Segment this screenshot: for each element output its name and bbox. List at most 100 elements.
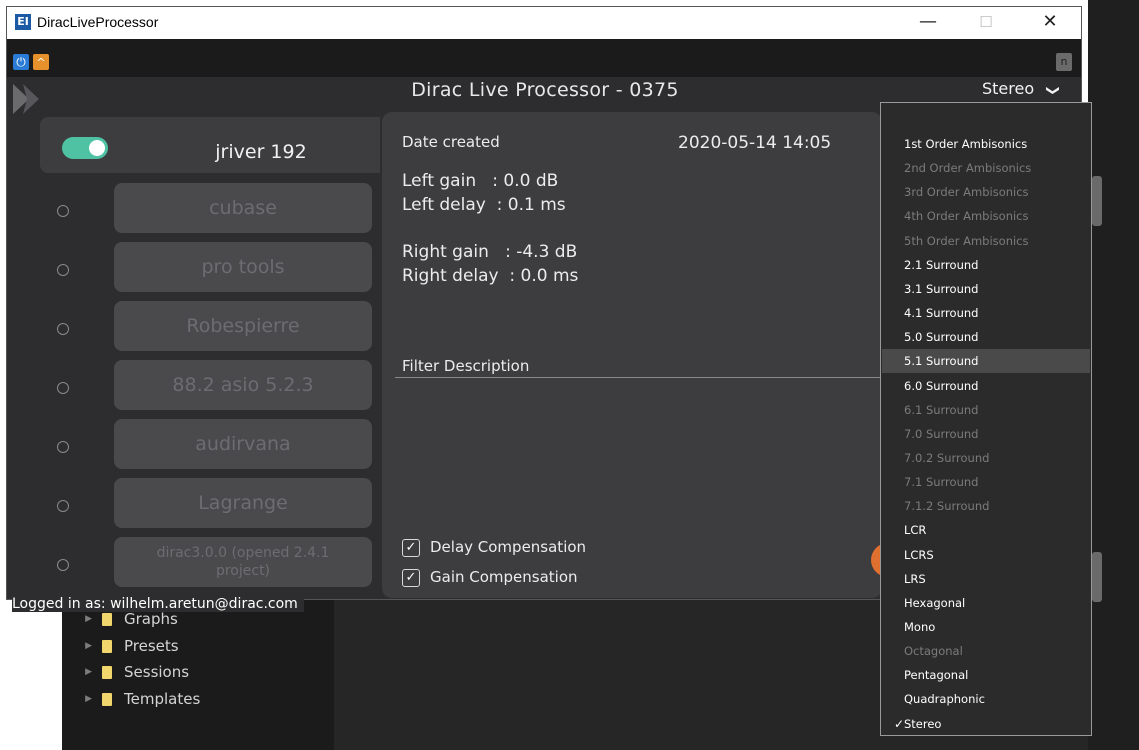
filter-description-label: Filter Description <box>402 357 530 375</box>
n-button[interactable]: n <box>1056 53 1072 71</box>
preset-radio[interactable] <box>57 264 69 276</box>
delay-compensation-checkbox[interactable]: ✓ <box>402 539 420 557</box>
preset-button[interactable]: Robespierre <box>114 301 372 351</box>
output-mode-dropdown[interactable]: Stereo ❯ <box>982 79 1060 98</box>
right-delay: Right delay : 0.0 ms <box>402 266 579 286</box>
app-icon: EI <box>15 14 31 30</box>
expand-arrow-icon[interactable]: ▶ <box>62 694 98 704</box>
menu-item-label: 4th Order Ambisonics <box>904 209 1029 224</box>
left-delay: Left delay : 0.1 ms <box>402 195 566 215</box>
menu-item[interactable]: ✓ Stereo <box>882 712 1090 736</box>
menu-item[interactable]: 5.0 Surround <box>882 325 1090 349</box>
preset-button[interactable]: Lagrange <box>114 478 372 528</box>
menu-item: 3rd Order Ambisonics <box>882 180 1090 204</box>
menu-item-label: 7.1.2 Surround <box>904 499 990 514</box>
preset-button[interactable]: cubase <box>114 183 372 233</box>
menu-item-label: 4.1 Surround <box>904 306 979 321</box>
window-title: DiracLiveProcessor <box>37 14 159 30</box>
preset-radio[interactable] <box>57 500 69 512</box>
toggle-knob <box>89 140 105 156</box>
menu-item-label: 6.0 Surround <box>904 378 979 393</box>
minimize-button[interactable]: — <box>905 11 951 35</box>
menu-item[interactable]: Quadraphonic <box>882 687 1090 711</box>
preset-radio[interactable] <box>57 205 69 217</box>
scroll-handle-bottom[interactable] <box>1092 552 1102 602</box>
preset-button[interactable]: audirvana <box>114 419 372 469</box>
date-created-value: 2020-05-14 14:05 <box>678 133 832 153</box>
active-filter-name: jriver 192 <box>215 141 307 163</box>
menu-item-label: 1st Order Ambisonics <box>904 137 1028 151</box>
preset-button[interactable]: 88.2 asio 5.2.3 <box>114 360 372 410</box>
tree-item-label: Templates <box>124 690 201 708</box>
gain-compensation-label: Gain Compensation <box>430 568 578 586</box>
maximize-button[interactable]: ☐ <box>963 11 1009 35</box>
menu-item: 4th Order Ambisonics <box>882 204 1090 228</box>
gain-compensation-checkbox[interactable]: ✓ <box>402 569 420 587</box>
menu-item-label: Mono <box>904 620 936 634</box>
tree-item-label: Sessions <box>124 663 190 681</box>
tree-item-sessions[interactable]: ▶ Sessions <box>62 659 189 685</box>
folder-icon <box>102 665 112 679</box>
menu-item[interactable]: Mono <box>882 615 1090 639</box>
menu-item: Octagonal <box>882 639 1090 663</box>
menu-item-label: 3.1 Surround <box>904 281 979 296</box>
menu-item: 6.1 Surround <box>882 398 1090 422</box>
menu-item[interactable]: Hexagonal <box>882 591 1090 615</box>
menu-item[interactable]: LCRS <box>882 543 1090 567</box>
preset-radio[interactable] <box>57 559 69 571</box>
tree-item-templates[interactable]: ▶ Templates <box>62 686 200 712</box>
menu-item[interactable]: 1st Order Ambisonics <box>882 132 1090 156</box>
menu-item-label: Octagonal <box>904 644 963 659</box>
divider <box>395 377 882 378</box>
menu-item-label: Quadraphonic <box>904 692 985 707</box>
close-button[interactable]: ✕ <box>1027 11 1073 35</box>
menu-item[interactable]: 3.1 Surround <box>882 277 1090 301</box>
tree-item-label: Presets <box>124 637 179 655</box>
menu-item: 7.0 Surround <box>882 422 1090 446</box>
menu-item-label: 7.0 Surround <box>904 426 979 441</box>
menu-item-label: LCRS <box>904 547 934 562</box>
tree-item-presets[interactable]: ▶ Presets <box>62 633 179 659</box>
menu-item-label: LRS <box>904 571 926 586</box>
toolbar <box>7 39 1081 77</box>
expand-arrow-icon[interactable]: ▶ <box>62 667 98 677</box>
menu-item-label: Pentagonal <box>904 668 969 683</box>
background-panel-right <box>1088 0 1139 750</box>
checkmark-icon: ✓ <box>894 716 905 731</box>
menu-item[interactable]: LCR <box>882 518 1090 542</box>
menu-item-label: 3rd Order Ambisonics <box>904 185 1029 200</box>
menu-item[interactable]: 5.1 Surround <box>882 349 1090 374</box>
menu-item-label: 2.1 Surround <box>904 257 979 272</box>
delay-compensation-label: Delay Compensation <box>430 538 587 556</box>
menu-item: 7.1.2 Surround <box>882 494 1090 518</box>
preset-button[interactable]: dirac3.0.0 (opened 2.4.1 project) <box>114 537 372 587</box>
menu-item: 5th Order Ambisonics <box>882 229 1090 253</box>
expand-arrow-icon[interactable]: ▶ <box>62 614 98 624</box>
menu-item[interactable]: Pentagonal <box>882 663 1090 687</box>
menu-item[interactable]: 4.1 Surround <box>882 301 1090 325</box>
collapse-button[interactable]: ^ <box>33 54 49 70</box>
menu-item-label: 5.1 Surround <box>904 354 979 369</box>
logged-in-status: Logged in as: wilhelm.aretun@dirac.com <box>12 596 304 612</box>
preset-radio[interactable] <box>57 323 69 335</box>
file-tree-panel: ▶ Graphs ▶ Presets ▶ Sessions ▶ Template… <box>62 600 334 750</box>
background-left <box>0 600 62 750</box>
menu-item[interactable]: LRS <box>882 567 1090 591</box>
filter-enable-toggle[interactable] <box>62 137 108 159</box>
output-mode-label: Stereo <box>982 79 1035 98</box>
preset-radio[interactable] <box>57 382 69 394</box>
menu-item[interactable]: 2.1 Surround <box>882 253 1090 277</box>
title-bar[interactable]: EI DiracLiveProcessor — ☐ ✕ <box>7 7 1081 39</box>
menu-item: 7.1 Surround <box>882 470 1090 494</box>
preset-button[interactable]: pro tools <box>114 242 372 292</box>
folder-icon <box>102 612 112 626</box>
preset-radio[interactable] <box>57 441 69 453</box>
output-mode-menu: 1st Order Ambisonics 2nd Order Ambisonics… <box>880 102 1092 736</box>
menu-item: 7.0.2 Surround <box>882 446 1090 470</box>
scroll-handle-top[interactable] <box>1092 176 1102 226</box>
expand-arrow-icon[interactable]: ▶ <box>62 641 98 651</box>
menu-item-label: Hexagonal <box>904 595 966 610</box>
folder-icon <box>102 692 112 706</box>
power-icon[interactable]: ⏻ <box>13 54 29 70</box>
menu-item[interactable]: 6.0 Surround <box>882 374 1090 398</box>
